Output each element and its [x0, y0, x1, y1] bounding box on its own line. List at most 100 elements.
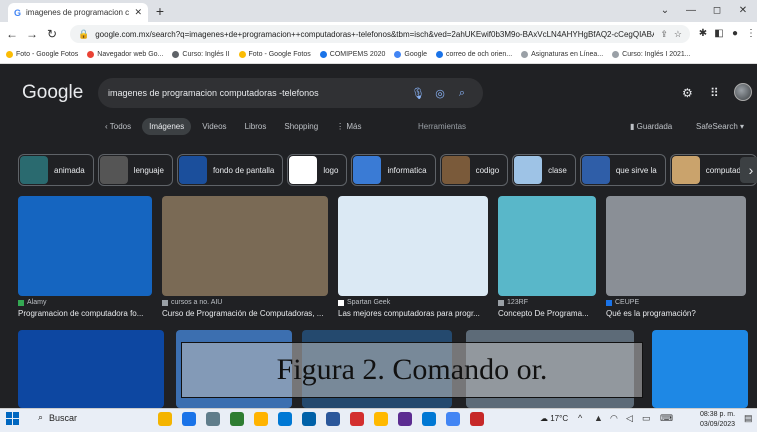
windows-start-icon[interactable]	[6, 412, 20, 426]
result-thumbnail[interactable]	[162, 196, 328, 296]
weather-widget[interactable]: ☁ 17°C	[540, 414, 568, 423]
search-tab[interactable]: ⋮ Más	[329, 118, 368, 135]
bookmark-item[interactable]: correo de och orien...	[435, 51, 512, 58]
taskbar-app-icon[interactable]	[470, 412, 484, 426]
taskbar-app-icon[interactable]	[374, 412, 388, 426]
taskbar-app-icon[interactable]	[158, 412, 172, 426]
taskbar-app-icon[interactable]	[230, 412, 244, 426]
tools-button[interactable]: Herramientas	[418, 122, 466, 131]
taskbar-app-icon[interactable]	[350, 412, 364, 426]
result-thumbnail[interactable]	[498, 196, 596, 296]
tray-app-icon[interactable]: ▲	[594, 413, 603, 423]
minimize-button[interactable]: —	[678, 2, 704, 20]
search-tab[interactable]: Shopping	[277, 118, 325, 135]
forward-icon[interactable]: →	[24, 25, 40, 43]
taskbar-app-icon[interactable]	[278, 412, 292, 426]
suggestion-chip[interactable]: que sirve la	[579, 154, 666, 186]
tray-battery-icon[interactable]: ▭	[642, 413, 651, 424]
search-tab[interactable]: ‹ Todos	[98, 118, 138, 135]
result-title[interactable]: Concepto De Programa...	[498, 309, 596, 318]
result-title[interactable]: Programacion de computadora fo...	[18, 309, 152, 318]
notifications-icon[interactable]: ▤	[744, 413, 753, 424]
taskbar-app-icon[interactable]	[182, 412, 196, 426]
bookmark-item[interactable]: Navegador web Go...	[87, 51, 163, 58]
microphone-icon[interactable]: 🎙	[407, 87, 429, 100]
result-thumbnail[interactable]	[18, 196, 152, 296]
tray-volume-icon[interactable]: ◁	[626, 413, 633, 424]
bookmark-item[interactable]: Foto - Google Fotos	[238, 51, 311, 58]
suggestion-chip[interactable]: fondo de pantalla	[176, 154, 284, 186]
browser-tab[interactable]: G imagenes de programacion com ✕	[8, 3, 148, 22]
search-tab[interactable]: Videos	[195, 118, 233, 135]
lens-icon[interactable]: ◎	[429, 87, 451, 100]
taskbar-app-icon[interactable]	[206, 412, 220, 426]
suggestion-chip[interactable]: logo	[287, 154, 348, 186]
safesearch-button[interactable]: SafeSearch ▾	[696, 122, 744, 131]
result-thumbnail[interactable]	[606, 196, 746, 296]
bookmark-item[interactable]: Asignaturas en Línea...	[521, 51, 603, 58]
menu-kebab-icon[interactable]: ⋮	[744, 25, 757, 43]
result-thumbnail[interactable]	[338, 196, 488, 296]
bookmark-star-icon[interactable]: ☆	[674, 29, 682, 40]
suggestion-chip[interactable]: codigo	[439, 154, 509, 186]
taskbar-app-icon[interactable]	[326, 412, 340, 426]
image-result-card[interactable]: cursos a no. AIU Curso de Programación de…	[162, 196, 328, 318]
bookmark-item[interactable]: Foto - Google Fotos	[6, 51, 78, 58]
image-result-card[interactable]: 123RF Concepto De Programa...	[498, 196, 596, 318]
suggestion-chip[interactable]: animada	[18, 154, 94, 186]
image-result-card[interactable]: Spartan Geek Las mejores computadoras par…	[338, 196, 488, 318]
close-tab-icon[interactable]: ✕	[134, 7, 142, 18]
new-tab-button[interactable]: +	[152, 3, 168, 19]
search-box[interactable]: imagenes de programacion computadoras -t…	[98, 78, 483, 108]
tray-wifi-icon[interactable]: ◠	[610, 413, 618, 424]
source-favicon-icon	[498, 299, 504, 306]
result-title[interactable]: Curso de Programación de Computadoras, .…	[162, 309, 328, 318]
url-text[interactable]: google.com.mx/search?q=imagenes+de+progr…	[95, 30, 654, 39]
sidebar-icon[interactable]: ◧	[712, 25, 726, 43]
back-icon[interactable]: ←	[4, 25, 20, 43]
suggestion-chip[interactable]: informatica	[351, 154, 436, 186]
avatar[interactable]	[734, 83, 752, 101]
clock[interactable]: 08:38 p. m. 03/09/2023	[700, 410, 735, 430]
result-thumbnail[interactable]	[652, 330, 748, 408]
close-window-button[interactable]: ✕	[730, 2, 756, 20]
reload-icon[interactable]: ↻	[44, 25, 60, 43]
taskbar-app-icon[interactable]	[302, 412, 316, 426]
chip-label: codigo	[475, 165, 500, 175]
search-tab[interactable]: Imágenes	[142, 117, 192, 135]
apps-grid-icon[interactable]: ⠿	[710, 86, 719, 100]
image-result-card[interactable]: Alamy Programacion de computadora fo...	[18, 196, 152, 318]
result-title[interactable]: Qué es la programación?	[606, 309, 746, 318]
taskbar-app-icon[interactable]	[254, 412, 268, 426]
taskbar-app-icon[interactable]	[398, 412, 412, 426]
bookmark-item[interactable]: COMIPEMS 2020	[319, 51, 385, 58]
chevron-right-icon[interactable]: ›	[740, 157, 757, 183]
taskbar-app-icon[interactable]	[446, 412, 460, 426]
extension-puzzle-icon[interactable]: ✱	[696, 25, 710, 43]
profile-icon[interactable]: ●	[728, 25, 742, 43]
search-tab[interactable]: Libros	[238, 118, 274, 135]
share-icon[interactable]: ⇪	[660, 29, 668, 40]
tab-search-button[interactable]: ⌄	[652, 2, 678, 20]
result-thumbnail[interactable]	[18, 330, 164, 408]
taskbar-app-icon[interactable]	[422, 412, 436, 426]
image-result-card[interactable]: CEUPE Qué es la programación?	[606, 196, 746, 318]
suggestion-chip[interactable]: lenguaje	[97, 154, 173, 186]
saved-button[interactable]: ▮ Guardada	[630, 122, 672, 131]
suggestion-chip[interactable]: clase	[512, 154, 576, 186]
keyboard-icon[interactable]: ⌨	[660, 413, 673, 424]
search-input[interactable]: imagenes de programacion computadoras -t…	[108, 88, 407, 98]
google-logo[interactable]: Google	[22, 82, 83, 104]
taskbar-search[interactable]: ⌕ Buscar	[38, 412, 77, 423]
bookmark-item[interactable]: Google	[394, 51, 427, 58]
settings-gear-icon[interactable]: ⚙	[682, 86, 693, 100]
result-title[interactable]: Las mejores computadoras para progr...	[338, 309, 488, 318]
search-icon[interactable]: ⌕	[451, 87, 473, 100]
address-bar[interactable]: 🔒 google.com.mx/search?q=imagenes+de+pro…	[70, 25, 690, 43]
tray-chevron-icon[interactable]: ^	[578, 413, 582, 423]
bookmark-item[interactable]: Curso: Inglés II	[172, 51, 230, 58]
maximize-button[interactable]: ◻	[704, 2, 730, 20]
bookmark-item[interactable]: Curso: Inglés I 2021...	[612, 51, 691, 58]
lock-icon[interactable]: 🔒	[78, 29, 89, 40]
chip-thumbnail	[514, 156, 543, 184]
